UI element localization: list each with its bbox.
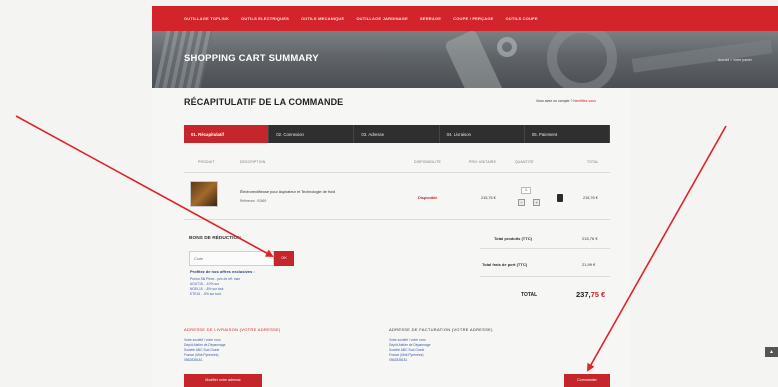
annotation-arrow-voucher (15, 115, 274, 257)
annotation-arrows (15, 115, 727, 372)
annotation-arrow-checkout (587, 125, 727, 372)
page: OUTILLAGE TOPLINK OUTILS ELECTRIQUES OUTIL… (0, 0, 778, 387)
